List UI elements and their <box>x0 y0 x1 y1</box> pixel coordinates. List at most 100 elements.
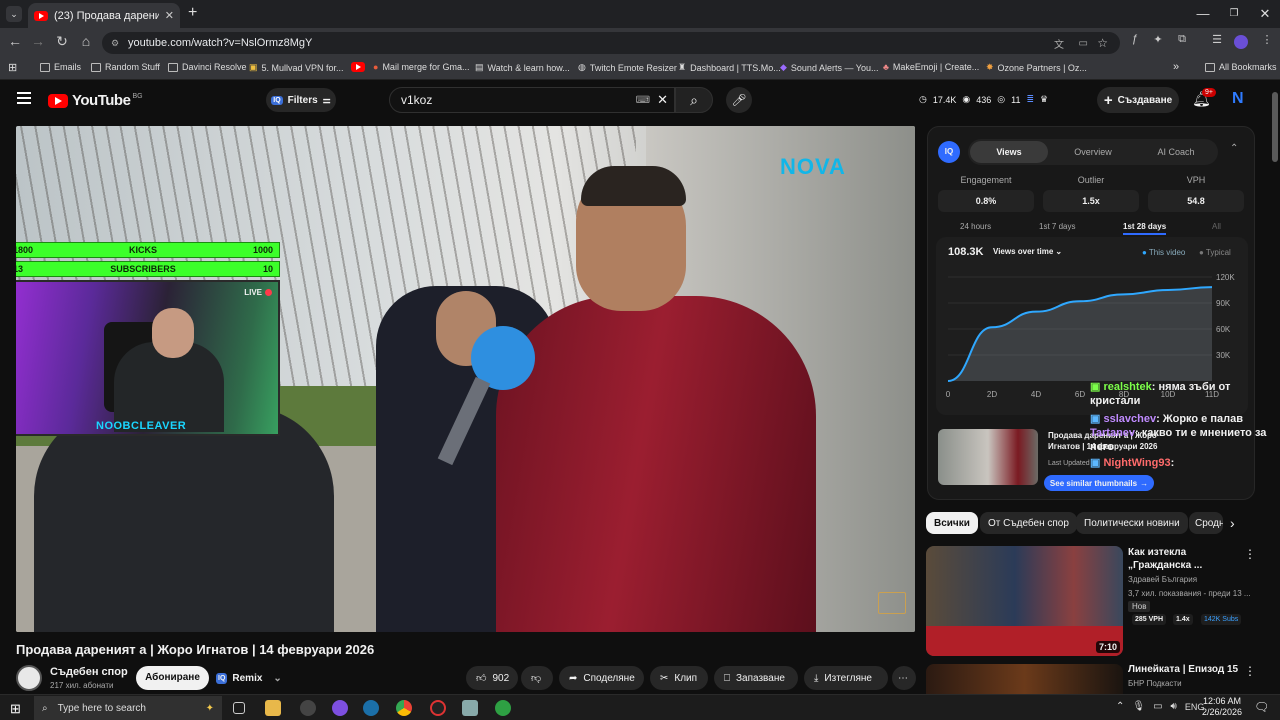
filters-button[interactable]: IQ Filters ⚌ <box>266 88 336 112</box>
taskbar-search-box[interactable]: ⌕ Type here to search ✦ <box>34 696 222 720</box>
xbox-icon[interactable] <box>495 700 511 716</box>
chip-from-channel[interactable]: От Съдебен спор <box>980 512 1077 534</box>
bookmark-item[interactable]: ◍ Twitch Emote Resizer <box>578 62 677 73</box>
tab-close-icon[interactable]: ✕ <box>165 9 174 22</box>
channel-avatar[interactable] <box>16 665 42 691</box>
chip-related[interactable]: Сродни <box>1189 512 1223 534</box>
minimize-icon[interactable]: — <box>1188 6 1218 21</box>
download-button[interactable]: ⤓ Изтегляне <box>804 666 888 690</box>
menu-hamburger-icon[interactable] <box>17 92 31 104</box>
recommended-menu-icon[interactable]: ⋮ <box>1244 547 1256 561</box>
chip-politics[interactable]: Политически новини <box>1076 512 1188 534</box>
search-input[interactable]: v1koz ⌨ ✕ <box>389 87 675 113</box>
page-scrollbar[interactable] <box>1272 92 1278 162</box>
bookmark-item[interactable]: ● Mail merge for Gma... <box>373 62 469 72</box>
save-button[interactable]: ⎕ Запазване <box>714 666 798 690</box>
clear-search-icon[interactable]: ✕ <box>657 92 668 108</box>
restore-icon[interactable]: ❐ <box>1219 8 1249 19</box>
back-icon[interactable]: ← <box>6 33 24 49</box>
reading-list-icon[interactable]: ☰ <box>1208 33 1226 46</box>
clip-button[interactable]: ✂ Клип <box>650 666 708 690</box>
bookmark-star-icon[interactable]: ☆ <box>1097 36 1108 50</box>
volume-icon[interactable]: 🔊︎ <box>1171 701 1177 712</box>
battery-icon[interactable]: ▭ <box>1153 701 1162 712</box>
collapse-chevron-icon[interactable]: ⌃ <box>1230 143 1238 154</box>
all-bookmarks[interactable]: All Bookmarks <box>1205 62 1277 72</box>
browser-tab-active[interactable]: (23) Продава дареният а | Жор ✕ <box>28 3 180 28</box>
remix-button[interactable]: IQ Remix ⌄ <box>216 666 286 690</box>
app-icon[interactable] <box>430 700 446 716</box>
tab-overview[interactable]: Overview <box>1053 141 1133 163</box>
more-bookmarks-icon[interactable]: » <box>1173 61 1179 73</box>
extension-leaf-icon[interactable]: ✦ <box>1149 33 1167 46</box>
bookmark-item[interactable]: ♣ MakeEmoji | Create... <box>883 62 979 72</box>
dislike-button[interactable]: 👎︎ <box>521 666 553 690</box>
range-28d[interactable]: 1st 28 days <box>1123 222 1167 235</box>
chrome-icon[interactable] <box>396 700 412 716</box>
clock[interactable]: 12:06 AM 2/26/2026 <box>1202 696 1242 718</box>
bookmark-item[interactable]: Emails <box>40 62 81 72</box>
search-button[interactable]: ⌕ <box>675 87 713 113</box>
tab-views[interactable]: Views <box>970 141 1048 163</box>
video-player[interactable]: NOVA 1800 KICKS 1000 13 SUBSCRIBERS 10 L… <box>16 126 915 632</box>
new-tab-button[interactable]: + <box>188 4 197 22</box>
iq-list-icon[interactable]: ≣ <box>1026 94 1034 105</box>
bookmark-item[interactable]: ▤ Watch & learn how... <box>475 62 570 73</box>
account-avatar[interactable]: N <box>1232 90 1244 108</box>
bookmark-item[interactable] <box>351 62 365 72</box>
apps-grid-icon[interactable]: ⊞ <box>8 61 17 74</box>
home-icon[interactable]: ⌂ <box>77 33 95 49</box>
browser-menu-icon[interactable]: ⋮ <box>1258 33 1276 46</box>
cast-icon[interactable]: ▭ <box>1079 38 1088 49</box>
voice-search-button[interactable]: 🎤︎ <box>726 87 752 113</box>
similar-thumbnail[interactable] <box>938 429 1038 485</box>
share-button[interactable]: ➦ Споделяне <box>559 666 644 690</box>
bookmark-item[interactable]: ▣ 5. Mullvad VPN for... <box>249 62 344 73</box>
range-7d[interactable]: 1st 7 days <box>1039 222 1075 231</box>
tray-chevron-icon[interactable]: ⌃ <box>1116 701 1124 712</box>
recommended-thumbnail[interactable]: 7:10 <box>926 546 1123 656</box>
bookmark-item[interactable]: Davinci Resolve <box>168 62 247 72</box>
translate-icon[interactable]: 文 <box>1054 36 1064 51</box>
subscribe-button[interactable]: Абониране <box>136 666 209 690</box>
recommended-channel[interactable]: БНР Подкасти <box>1128 679 1182 688</box>
windows-start-icon[interactable]: ⊞ <box>10 701 21 717</box>
views-mode-dropdown[interactable]: Views over time ⌄ <box>993 247 1062 256</box>
steam-icon[interactable] <box>363 700 379 716</box>
recommended-title[interactable]: Как изтекла „Гражданска ... <box>1128 546 1238 572</box>
chips-next-arrow-icon[interactable]: › <box>1230 515 1235 531</box>
bookmark-item[interactable]: Random Stuff <box>91 62 160 72</box>
recommended-menu-icon[interactable]: ⋮ <box>1244 664 1256 678</box>
task-view-icon[interactable] <box>233 702 245 714</box>
tab-search-button[interactable]: ⌄ <box>6 6 22 22</box>
keyboard-icon[interactable]: ⌨ <box>636 95 650 106</box>
create-button[interactable]: + Създаване <box>1097 87 1179 113</box>
app-icon[interactable] <box>332 700 348 716</box>
app-icon[interactable] <box>462 700 478 716</box>
forward-icon[interactable]: → <box>29 33 47 49</box>
channel-name[interactable]: Съдебен спор <box>50 666 128 678</box>
recommended-thumbnail[interactable] <box>926 664 1123 694</box>
trophy-icon[interactable]: ♛ <box>1040 94 1048 105</box>
extension-font-icon[interactable]: ƒ <box>1126 33 1144 45</box>
like-button[interactable]: 👍︎ 902 <box>466 666 518 690</box>
app-icon[interactable] <box>300 700 316 716</box>
notifications-icon[interactable]: 🗨︎ <box>1254 700 1269 714</box>
file-explorer-icon[interactable] <box>265 700 281 716</box>
recommended-channel[interactable]: Здравей България <box>1128 575 1197 584</box>
chip-all[interactable]: Всички <box>926 512 978 534</box>
bookmark-item[interactable]: ◆ Sound Alerts — You... <box>780 62 878 73</box>
mic-icon[interactable]: 🎙︎ <box>1132 701 1145 712</box>
more-actions-button[interactable]: ⋯ <box>892 666 916 690</box>
recommended-title[interactable]: Линейката | Епизод 15 <box>1128 664 1238 675</box>
extensions-puzzle-icon[interactable]: ⧉ <box>1173 33 1191 46</box>
bookmark-item[interactable]: ♜ Dashboard | TTS.Mo... <box>678 62 781 73</box>
tab-ai-coach[interactable]: AI Coach <box>1136 141 1216 163</box>
address-bar[interactable]: ⚙ youtube.com/watch?v=NslOrmz8MgY 文 ▭ ☆ <box>102 32 1120 54</box>
range-all[interactable]: All <box>1212 222 1221 231</box>
site-info-icon[interactable]: ⚙ <box>111 38 119 49</box>
reload-icon[interactable]: ↻ <box>53 33 71 50</box>
youtube-logo[interactable]: YouTube BG <box>48 92 143 109</box>
range-24h[interactable]: 24 hours <box>960 222 991 231</box>
close-window-icon[interactable]: ✕ <box>1250 6 1280 22</box>
